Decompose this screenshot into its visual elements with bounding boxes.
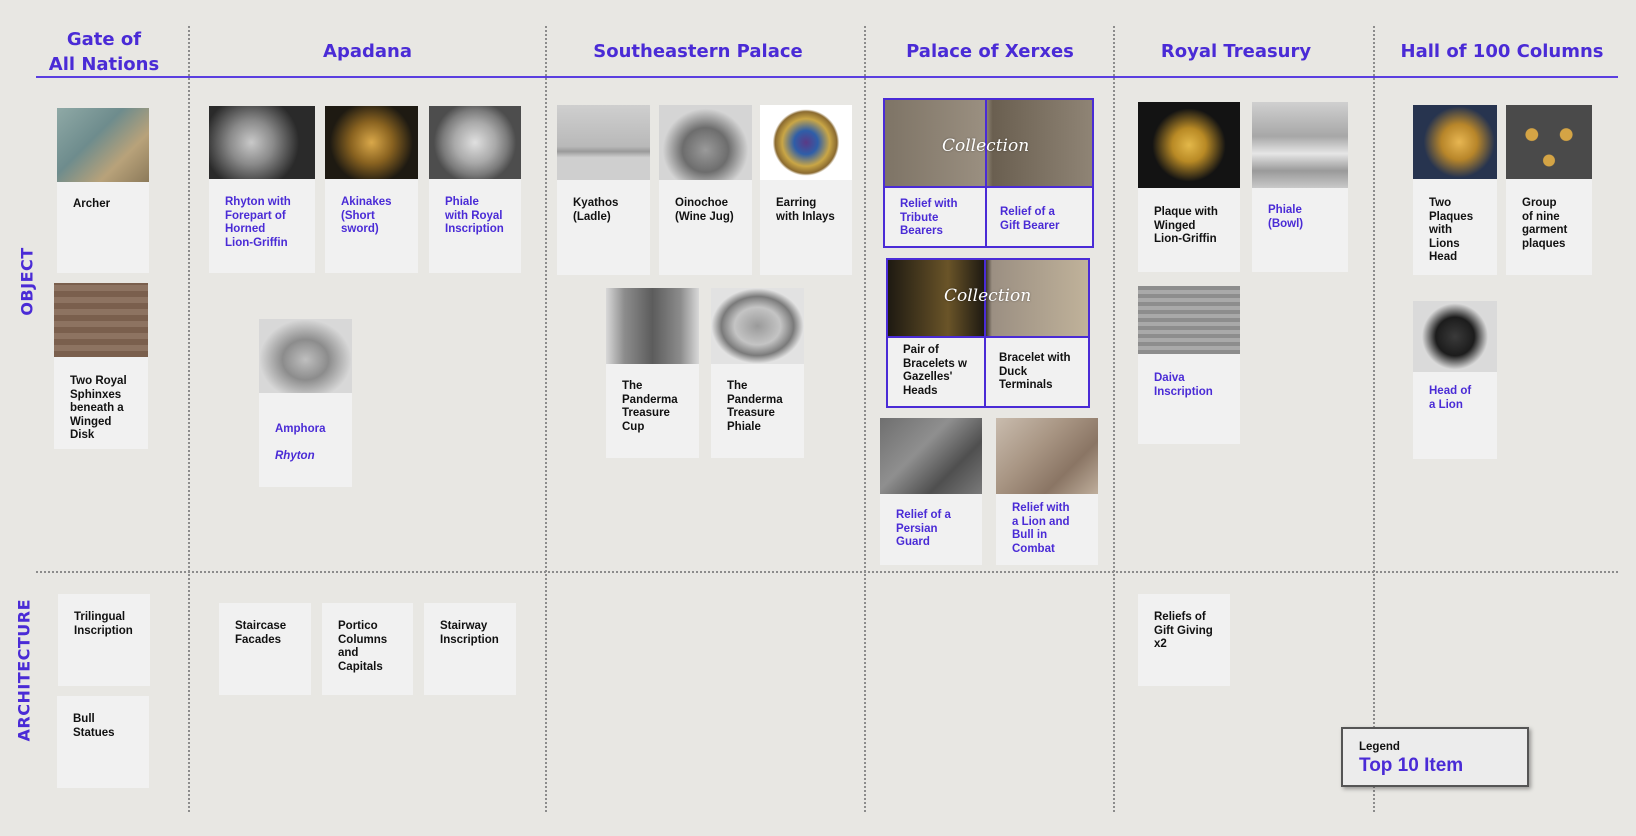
column-header-gate: Gate of All Nations (48, 28, 160, 75)
header-divider (36, 76, 1618, 78)
collection-group-bracelets[interactable]: Pair of Bracelets w Gazelles' Heads Brac… (886, 258, 1090, 408)
cup-thumbnail (606, 288, 699, 364)
akinakes-thumbnail (325, 106, 418, 179)
object-card[interactable]: The Panderma Treasure Phiale (711, 288, 804, 458)
head-lion-thumbnail (1413, 301, 1497, 372)
object-card[interactable]: Plaque with Winged Lion-Griffin (1138, 102, 1240, 272)
amphora-thumbnail (259, 319, 352, 393)
column-separator (1113, 26, 1115, 812)
object-label: Oinochoe (Wine Jug) (675, 197, 734, 223)
object-label: Head of a Lion (1429, 385, 1472, 411)
lion-bull-thumbnail (996, 418, 1098, 494)
column-separator (1373, 26, 1375, 812)
object-label: The Panderma Treasure Cup (622, 380, 678, 433)
object-label: Bracelet with Duck Terminals (999, 352, 1071, 391)
daiva-thumbnail (1138, 286, 1240, 354)
object-card[interactable]: Rhyton with Forepart of Horned Lion-Grif… (209, 106, 315, 273)
object-card[interactable]: Phiale (Bowl) (1252, 102, 1348, 272)
object-card[interactable]: Group of nine garment plaques (1506, 105, 1592, 275)
object-label: Akinakes (Short sword) (341, 196, 392, 235)
object-card[interactable]: Daiva Inscription (1138, 286, 1240, 444)
object-card[interactable]: Two Plaques with Lions Head (1413, 105, 1497, 275)
collection-group-reliefs[interactable]: Relief with Tribute Bearers Relief of a … (883, 98, 1094, 248)
guard-thumbnail (880, 418, 982, 494)
architecture-label: Staircase Facades (235, 620, 287, 646)
object-card[interactable]: Archer (57, 108, 149, 273)
architecture-label: Stairway Inscription (440, 620, 499, 646)
architecture-label: Trilingual Inscription (74, 611, 133, 637)
column-separator (545, 26, 547, 812)
legend-title: Legend (1359, 741, 1400, 753)
architecture-card[interactable]: Trilingual Inscription (58, 594, 150, 686)
object-label: Two Royal Sphinxes beneath a Winged Disk (70, 375, 127, 441)
object-label: Relief of a Gift Bearer (1000, 206, 1060, 232)
object-card[interactable]: Head of a Lion (1413, 301, 1497, 459)
phiale-panderma-thumbnail (711, 288, 804, 364)
object-card[interactable]: Earring with Inlays (760, 105, 852, 275)
plaque-thumbnail (1138, 102, 1240, 188)
object-label: Amphora Rhyton (275, 409, 346, 463)
architecture-card[interactable]: Portico Columns and Capitals (322, 603, 413, 695)
column-header-southeastern-palace: Southeastern Palace (593, 41, 803, 63)
object-card[interactable]: Relief with a Lion and Bull in Combat (996, 418, 1098, 565)
object-card[interactable]: Relief of a Persian Guard (880, 418, 982, 565)
collection-image (888, 260, 1088, 338)
object-label: Kyathos (Ladle) (573, 197, 619, 223)
object-card[interactable]: Two Royal Sphinxes beneath a Winged Disk (54, 283, 148, 449)
object-label: Relief with Tribute Bearers (900, 198, 958, 237)
phiale-thumbnail (429, 106, 521, 179)
object-label: The Panderma Treasure Phiale (727, 380, 783, 433)
column-header-palace-of-xerxes: Palace of Xerxes (906, 41, 1074, 63)
architecture-label: Bull Statues (73, 713, 115, 739)
collection-image (885, 100, 1092, 188)
legend-top10-item: Top 10 Item (1359, 755, 1464, 776)
archer-thumbnail (57, 108, 149, 182)
object-card[interactable]: Kyathos (Ladle) (557, 105, 650, 275)
object-label: Pair of Bracelets w Gazelles' Heads (903, 344, 967, 397)
column-header-royal-treasury: Royal Treasury (1160, 41, 1312, 63)
object-card[interactable]: Amphora Rhyton (259, 319, 352, 487)
row-label-object: OBJECT (17, 247, 37, 316)
phiale-bowl-thumbnail (1252, 102, 1348, 188)
architecture-card[interactable]: Stairway Inscription (424, 603, 516, 695)
column-header-apadana: Apadana (323, 41, 412, 63)
two-plaques-thumbnail (1413, 105, 1497, 179)
object-label: Daiva Inscription (1154, 372, 1213, 398)
architecture-label: Reliefs of Gift Giving x2 (1154, 611, 1213, 650)
architecture-label: Portico Columns and Capitals (338, 620, 388, 673)
column-header-hall-100-columns: Hall of 100 Columns (1400, 41, 1604, 63)
object-card[interactable]: Phiale with Royal Inscription (429, 106, 521, 273)
object-label: Plaque with Winged Lion-Griffin (1154, 206, 1218, 245)
collection-divider (985, 100, 987, 246)
rhyton-thumbnail (209, 106, 315, 179)
architecture-card[interactable]: Staircase Facades (219, 603, 311, 695)
oinochoe-thumbnail (659, 105, 752, 180)
object-label: Relief with a Lion and Bull in Combat (1012, 502, 1070, 555)
amphora-label: Amphora (275, 422, 326, 435)
object-card[interactable]: Oinochoe (Wine Jug) (659, 105, 752, 275)
nine-plaques-thumbnail (1506, 105, 1592, 179)
row-separator (36, 571, 1618, 573)
object-label: Archer (73, 198, 111, 210)
sphinxes-thumbnail (54, 283, 148, 357)
earring-thumbnail (760, 105, 852, 180)
object-label: Earring with Inlays (776, 197, 835, 223)
object-label: Rhyton with Forepart of Horned Lion-Grif… (225, 196, 291, 249)
object-label: Relief of a Persian Guard (896, 509, 951, 548)
legend-box: Legend Top 10 Item (1341, 727, 1529, 787)
object-card[interactable]: The Panderma Treasure Cup (606, 288, 699, 458)
architecture-card[interactable]: Bull Statues (57, 696, 149, 788)
object-label: Phiale with Royal Inscription (445, 196, 504, 235)
rhyton-italic-label: Rhyton (275, 449, 315, 462)
object-label: Group of nine garment plaques (1522, 197, 1568, 250)
object-label: Phiale (Bowl) (1268, 204, 1304, 230)
object-label: Two Plaques with Lions Head (1429, 197, 1474, 263)
column-separator (188, 26, 190, 812)
kyathos-thumbnail (557, 105, 650, 180)
object-card[interactable]: Akinakes (Short sword) (325, 106, 418, 273)
column-separator (864, 26, 866, 812)
row-label-architecture: ARCHITECTURE (14, 598, 34, 742)
architecture-card[interactable]: Reliefs of Gift Giving x2 (1138, 594, 1230, 686)
